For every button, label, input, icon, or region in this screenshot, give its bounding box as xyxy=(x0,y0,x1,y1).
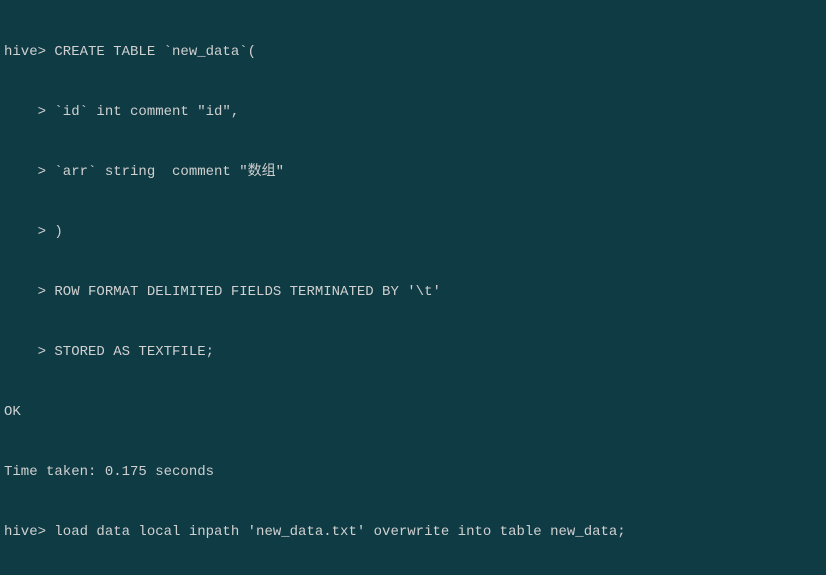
terminal-line: > STORED AS TEXTFILE; xyxy=(4,342,822,362)
terminal-output[interactable]: hive> CREATE TABLE `new_data`( > `id` in… xyxy=(0,0,826,575)
terminal-line: > `arr` string comment "数组" xyxy=(4,162,822,182)
terminal-line: > `id` int comment "id", xyxy=(4,102,822,122)
terminal-line: hive> load data local inpath 'new_data.t… xyxy=(4,522,822,542)
terminal-line: Time taken: 0.175 seconds xyxy=(4,462,822,482)
terminal-line: > ROW FORMAT DELIMITED FIELDS TERMINATED… xyxy=(4,282,822,302)
terminal-line: OK xyxy=(4,402,822,422)
terminal-line: hive> CREATE TABLE `new_data`( xyxy=(4,42,822,62)
terminal-line: > ) xyxy=(4,222,822,242)
